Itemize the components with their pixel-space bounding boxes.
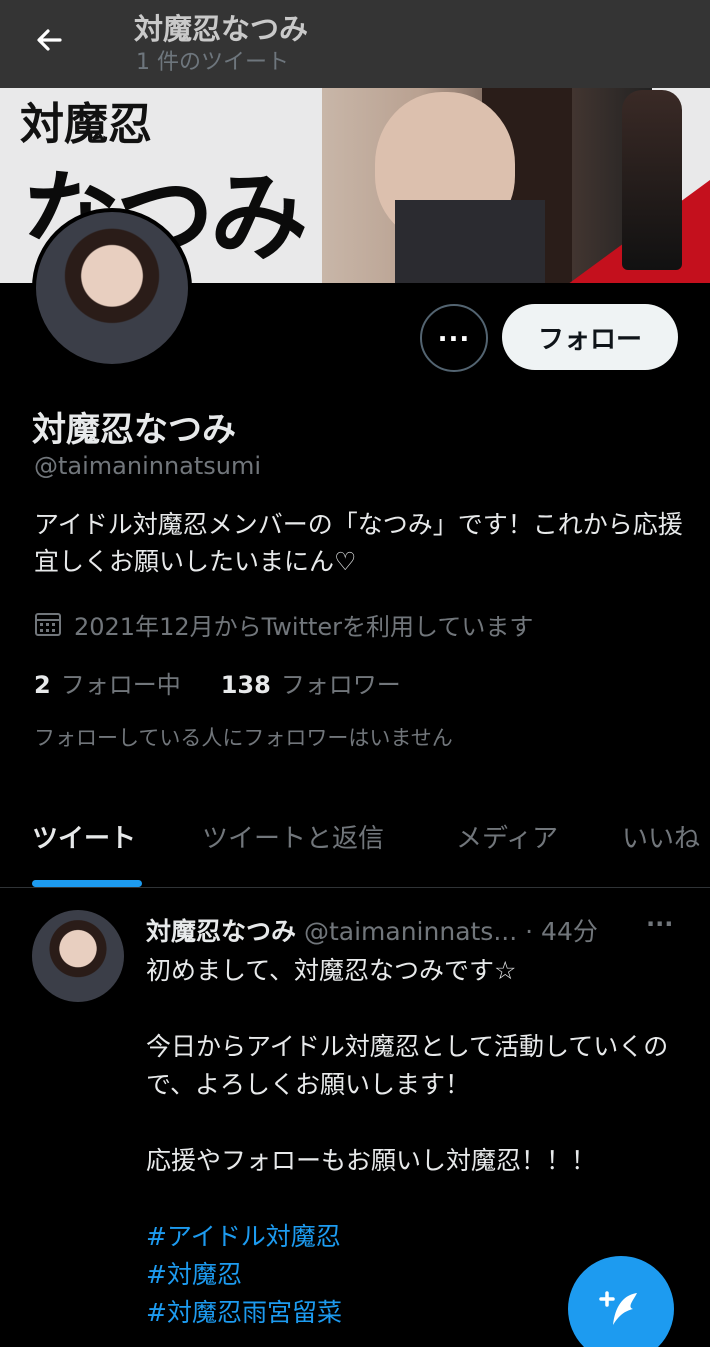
tab-tweets[interactable]: ツイート [32, 818, 136, 855]
profile-handle: @taimaninnatsumi [34, 452, 262, 480]
tweet-line-2: 今日からアイドル対魔忍として活動していくので、よろしくお願いします！ [146, 1032, 669, 1099]
back-arrow-icon[interactable] [30, 20, 70, 60]
joined-text: 2021年12月からTwitterを利用しています [74, 612, 534, 641]
banner-armor [395, 200, 545, 283]
profile-name: 対魔忍なつみ [32, 410, 236, 450]
tab-active-indicator [32, 880, 142, 887]
top-bar: 対魔忍なつみ 1 件のツイート [0, 0, 710, 88]
tweet-more-icon[interactable]: ··· [646, 910, 673, 938]
tweet-time: · 44分 [525, 917, 598, 946]
header-title: 対魔忍なつみ [134, 12, 309, 46]
followers-count: 138 [220, 671, 271, 699]
tab-tweets-replies[interactable]: ツイートと返信 [202, 818, 384, 855]
compose-quill-icon [599, 1291, 637, 1325]
profile-bio: アイドル対魔忍メンバーの「なつみ」です！これから応援宜しくお願いしたいまにん♡ [34, 510, 683, 576]
calendar-icon [35, 613, 61, 636]
followers-label: フォロワー [280, 671, 401, 699]
following-label: フォロー中 [60, 671, 181, 699]
joined-date: 2021年12月からTwitterを利用しています [34, 608, 534, 641]
mutual-followers-note: フォローしている人にフォロワーはいません [34, 726, 453, 750]
followers-link[interactable]: 138 フォロワー [221, 665, 401, 700]
profile-tabs: ツイート ツイートと返信 メディア いいね [0, 810, 710, 888]
follow-button[interactable]: フォロー [502, 304, 678, 370]
tweet-avatar[interactable] [32, 910, 124, 1002]
following-link[interactable]: 2 フォロー中 [34, 665, 181, 700]
more-options-button[interactable]: ... [420, 304, 488, 372]
banner-figure [622, 90, 682, 270]
follow-stats: 2 フォロー中 138 フォロワー [34, 665, 401, 700]
tweet-line-1: 初めまして、対魔忍なつみです☆ [146, 956, 517, 985]
header-tweet-count: 1 件のツイート [136, 50, 289, 75]
tweet-line-3: 応援やフォローもお願いし対魔忍！！！ [146, 1146, 597, 1175]
tweet-author-name[interactable]: 対魔忍なつみ [146, 917, 296, 946]
hashtag-link[interactable]: #アイドル対魔忍 [146, 1218, 686, 1256]
following-count: 2 [34, 671, 51, 699]
more-dots-icon: ... [437, 318, 471, 348]
tweet-author-handle: @taimaninnats... [303, 917, 518, 946]
profile-avatar[interactable] [32, 208, 192, 368]
tweet-header: 対魔忍なつみ @taimaninnats... · 44分 [146, 912, 666, 948]
tab-likes[interactable]: いいね [622, 818, 700, 855]
tab-media[interactable]: メディア [456, 818, 558, 855]
